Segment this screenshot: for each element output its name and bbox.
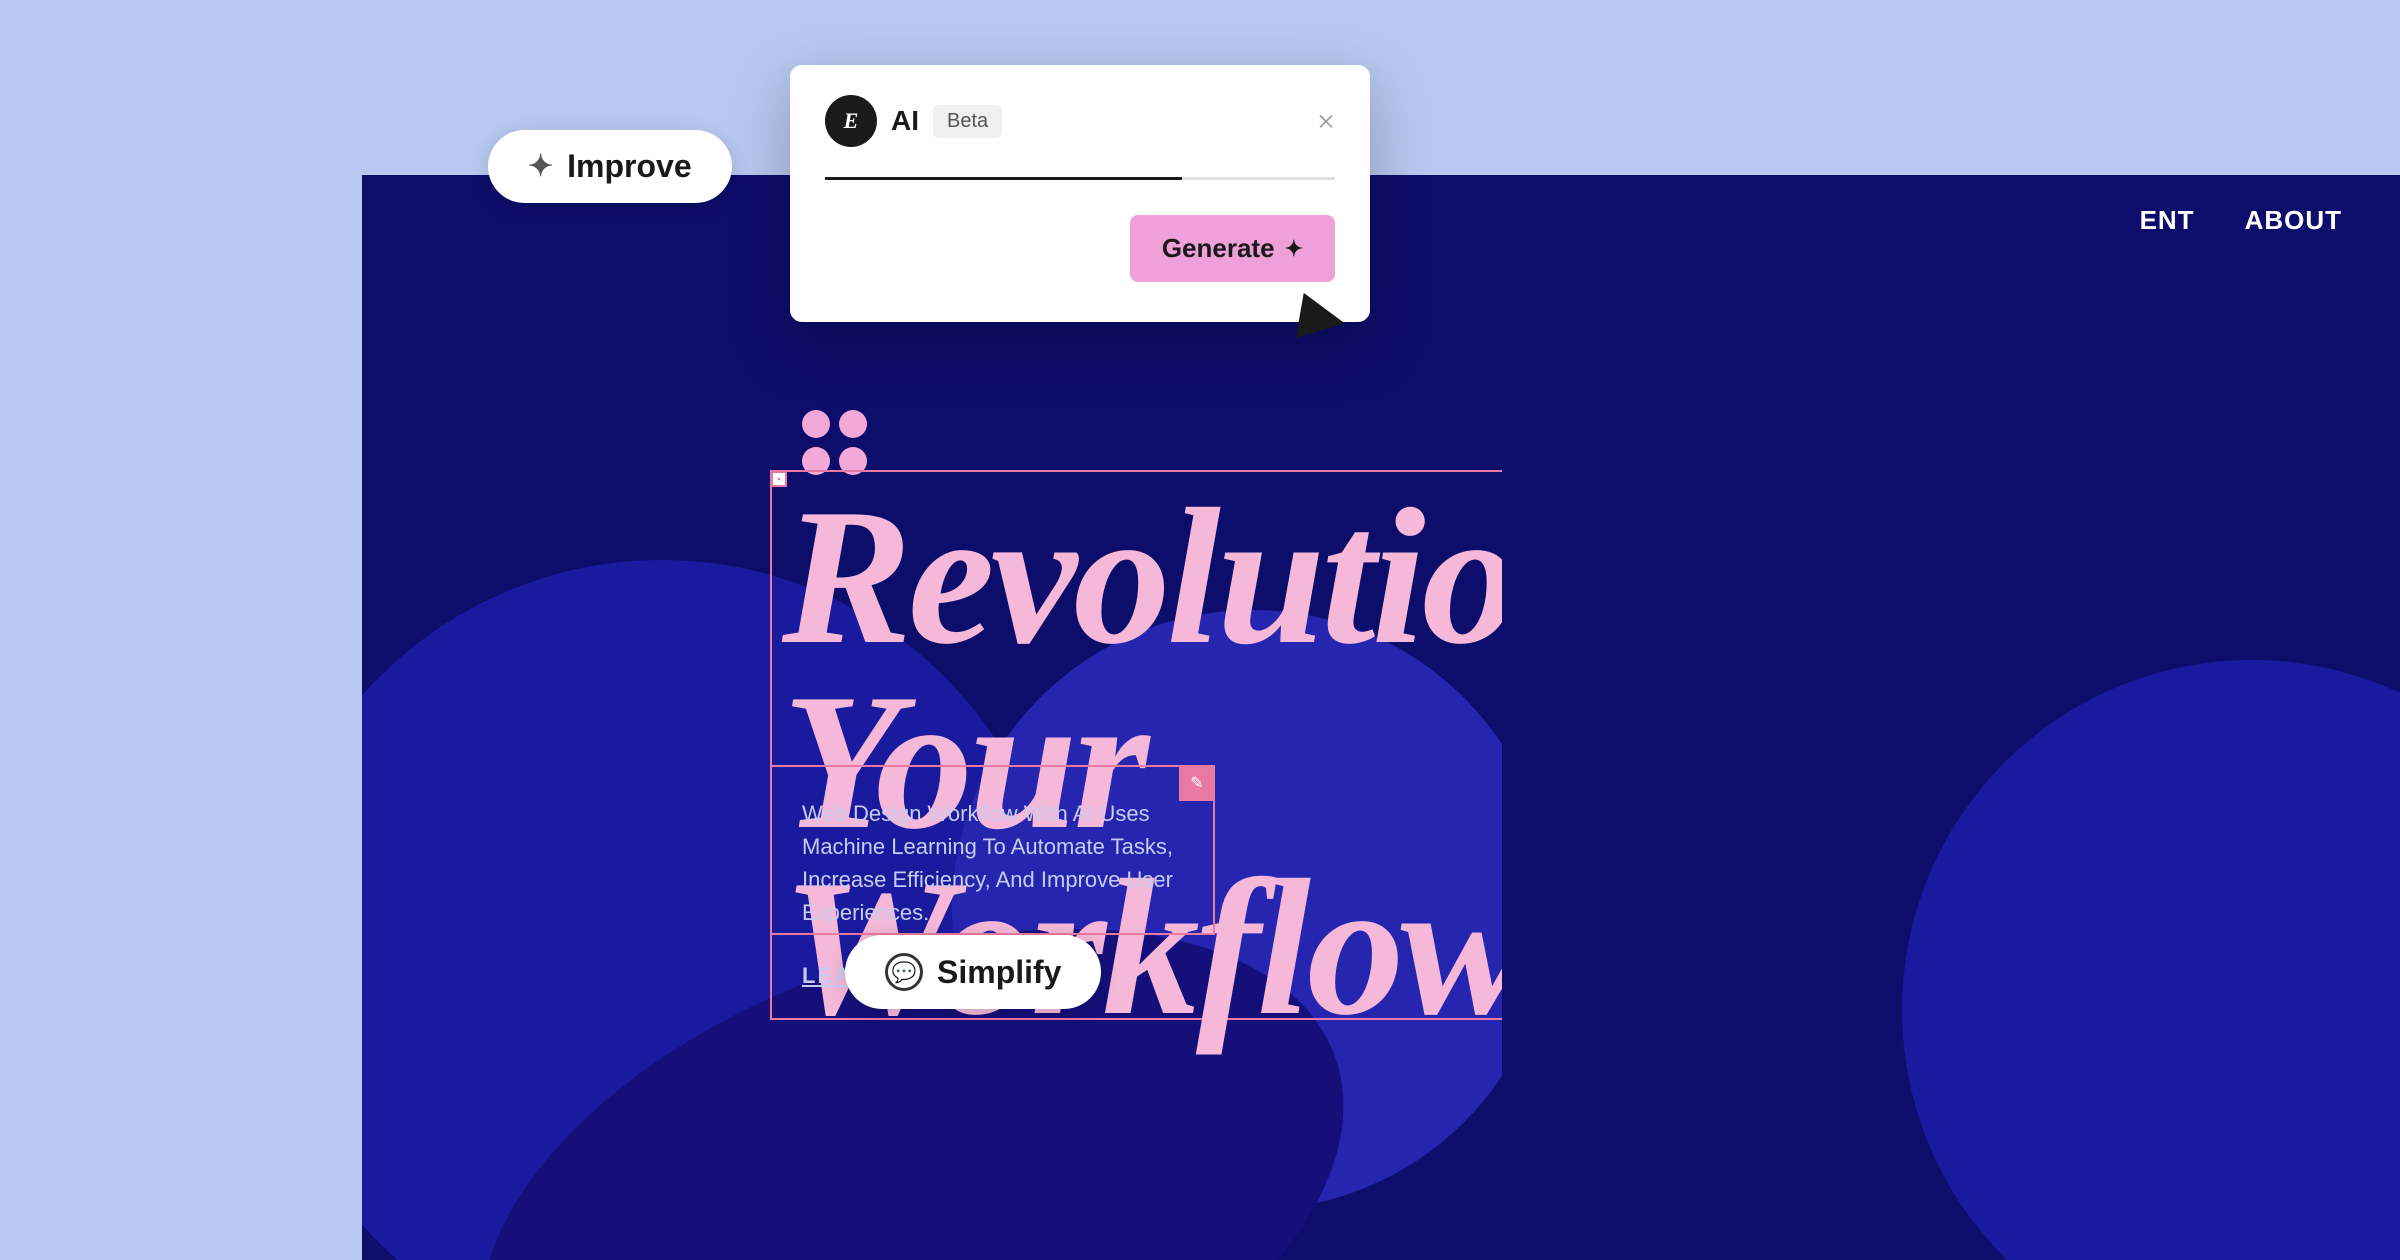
ai-input-line (825, 177, 1335, 180)
ai-label: AI (891, 105, 919, 137)
edit-icon[interactable]: ✎ (1179, 765, 1215, 801)
hero-right-extension: ENT ABOUT (1502, 175, 2400, 1260)
simplify-button[interactable]: 💬 Simplify (845, 935, 1101, 1009)
ai-logo-group: E AI Beta (825, 95, 1002, 147)
generate-button[interactable]: Generate ✦ (1130, 215, 1335, 282)
improve-label: Improve (567, 148, 691, 185)
generate-sparkle-icon: ✦ (1285, 236, 1303, 262)
headline-line1: Revolutionize (782, 485, 1502, 670)
ai-panel-footer: Generate ✦ (825, 205, 1335, 282)
close-button[interactable]: × (1317, 105, 1335, 137)
improve-sparkle-icon: ✦ (528, 149, 553, 184)
description-box: ✎ Web Design Workflow With AI Uses Machi… (770, 765, 1215, 935)
elementor-logo: E (825, 95, 877, 147)
ai-panel: E AI Beta × Generate ✦ (790, 65, 1370, 322)
flower-grid-icon (802, 410, 870, 478)
improve-button[interactable]: ✦ Improve (488, 130, 732, 203)
decorative-curve-right (1902, 660, 2400, 1260)
nav-item-about[interactable]: ABOUT (2245, 205, 2342, 236)
flower-dot-2 (839, 410, 867, 438)
nav-right: ENT ABOUT (2140, 205, 2342, 236)
simplify-label: Simplify (937, 954, 1061, 991)
logo-letter: E (844, 108, 859, 134)
ai-panel-header: E AI Beta × (825, 95, 1335, 147)
description-text: Web Design Workflow With AI Uses Machine… (772, 767, 1213, 959)
ai-input-area (825, 177, 1335, 180)
nav-item-ent[interactable]: ENT (2140, 205, 2195, 236)
generate-label: Generate (1162, 233, 1275, 264)
flower-dot-1 (802, 410, 830, 438)
simplify-chat-icon: 💬 (885, 953, 923, 991)
beta-badge: Beta (933, 105, 1002, 138)
